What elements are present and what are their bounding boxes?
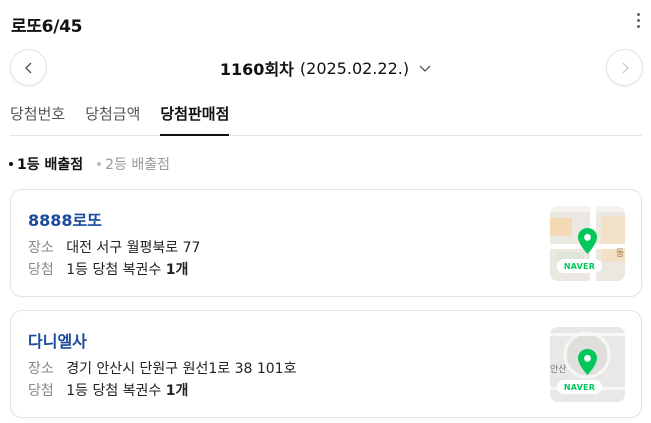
chevron-right-icon [622,62,629,73]
win-text: 1등 당첨 복권수 [66,383,162,399]
round-number: 1160회차 [219,60,294,79]
chevron-down-icon [419,65,431,72]
naver-badge: NAVER [557,380,602,394]
store-card[interactable]: 8888로또 장소 대전 서구 월평북로 77 당첨 1등 당첨 복권수 1개 … [10,189,642,297]
store-name[interactable]: 8888로또 [28,207,102,231]
round-selector[interactable]: 1160회차 (2025.02.22.) [0,56,651,80]
win-count: 1개 [165,262,189,278]
store-address: 경기 안산시 단원구 원선1로 38 101호 [66,361,297,377]
address-label: 장소 [28,361,54,377]
map-text: 안산 [550,364,567,375]
win-count: 1개 [165,383,189,399]
filter-label: 2등 배출점 [105,157,171,173]
map-pin-icon [578,228,597,254]
page-title: 로또6/45 [11,17,83,37]
next-round-button[interactable] [606,49,643,86]
map-thumbnail[interactable]: 동 NAVER [550,206,625,281]
map-thumbnail[interactable]: 안산 NAVER [550,327,625,402]
store-win-row: 당첨 1등 당첨 복권수 1개 [28,380,188,400]
bullet-icon [9,162,13,166]
filter-label: 1등 배출점 [17,157,84,173]
store-name[interactable]: 다니엘사 [28,328,87,352]
store-address: 대전 서구 월평북로 77 [66,240,201,256]
naver-badge: NAVER [557,259,602,273]
more-options-icon[interactable] [633,9,643,31]
map-pin-icon [578,349,597,375]
tab-winning-stores[interactable]: 당첨판매점 [160,94,230,136]
address-label: 장소 [28,240,54,256]
win-label: 당첨 [28,262,54,278]
win-text: 1등 당첨 복권수 [66,262,162,278]
store-win-row: 당첨 1등 당첨 복권수 1개 [28,259,188,279]
tab-winning-numbers[interactable]: 당첨번호 [10,94,65,136]
round-date: (2025.02.22.) [299,58,410,78]
map-text: 동 [616,248,624,259]
store-address-row: 장소 경기 안산시 단원구 원선1로 38 101호 [28,358,296,378]
store-card[interactable]: 다니엘사 장소 경기 안산시 단원구 원선1로 38 101호 당첨 1등 당첨… [10,310,642,418]
rank-filter: 1등 배출점 2등 배출점 [9,154,170,174]
tab-bar: 당첨번호 당첨금액 당첨판매점 [10,94,642,136]
filter-first-prize[interactable]: 1등 배출점 [9,154,83,174]
bullet-icon [97,162,102,166]
tab-prize-amount[interactable]: 당첨금액 [85,94,140,136]
win-label: 당첨 [28,383,54,399]
filter-second-prize[interactable]: 2등 배출점 [97,154,170,174]
store-address-row: 장소 대전 서구 월평북로 77 [28,237,200,257]
